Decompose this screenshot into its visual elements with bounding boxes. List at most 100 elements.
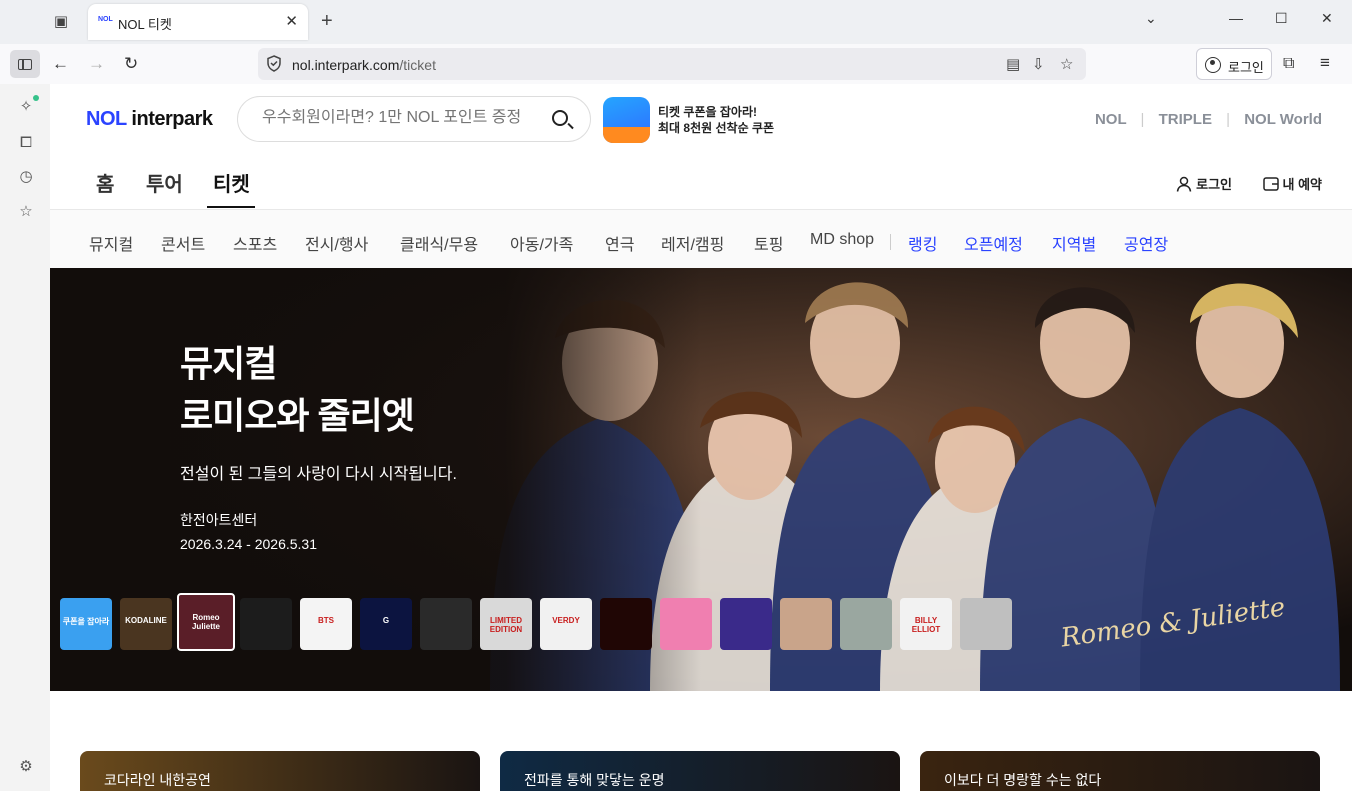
- category-leisure-camping[interactable]: 레저/캠핑: [661, 231, 724, 255]
- hero-thumbnail[interactable]: [420, 598, 472, 650]
- ai-sparkle-icon[interactable]: ✧: [17, 98, 35, 116]
- category-musical[interactable]: 뮤지컬: [89, 231, 133, 255]
- hero-thumbnail[interactable]: G: [360, 598, 412, 650]
- hero-text: 뮤지컬 로미오와 줄리엣 전설이 된 그들의 사랑이 다시 시작됩니다. 한전아…: [180, 338, 457, 552]
- maximize-icon[interactable]: ☐: [1275, 10, 1288, 27]
- synced-tabs-icon[interactable]: ⧠: [17, 134, 35, 152]
- new-tab-icon[interactable]: +: [321, 10, 333, 33]
- address-bar[interactable]: nol.interpark.com/ticket ▤ ⇩ ☆: [258, 48, 1086, 80]
- hero-thumbnail[interactable]: LIMITED EDITION: [480, 598, 532, 650]
- search-box[interactable]: [237, 96, 591, 142]
- extensions-icon[interactable]: ⧉: [1283, 55, 1294, 73]
- hero-dates: 2026.3.24 - 2026.5.31: [180, 536, 318, 552]
- featured-card[interactable]: 이보다 더 명랑할 수는 없다: [920, 751, 1320, 791]
- shield-icon[interactable]: [266, 55, 282, 72]
- menu-icon[interactable]: ≡: [1320, 53, 1330, 73]
- tab-bar: ▣ NOL NOL 티켓 ✕ + ⌄ — ☐ ✕: [0, 0, 1352, 44]
- search-input[interactable]: [262, 109, 532, 127]
- login-link[interactable]: 로그인: [1176, 174, 1232, 193]
- category-topping[interactable]: 토핑: [754, 231, 783, 255]
- browser-toolbar: ← → ↻ nol.interpark.com/ticket ▤ ⇩ ☆ 로그인…: [0, 44, 1352, 84]
- category-opening-soon[interactable]: 오픈예정: [964, 231, 1023, 255]
- hero-thumbnail[interactable]: [240, 598, 292, 650]
- category-concert[interactable]: 콘서트: [161, 231, 205, 255]
- category-md-shop[interactable]: MD shop: [810, 231, 874, 249]
- category-classic-dance[interactable]: 클래식/무용: [400, 231, 478, 255]
- hero-thumbnail[interactable]: KODALINE: [120, 598, 172, 650]
- tab-list-icon[interactable]: ▣: [50, 11, 72, 33]
- nav-tour[interactable]: 투어: [146, 168, 183, 197]
- hero-thumbnail[interactable]: Romeo Juliette: [177, 593, 235, 651]
- category-kids-family[interactable]: 아동/가족: [510, 231, 573, 255]
- tab-overflow-chevron-icon[interactable]: ⌄: [1145, 10, 1157, 27]
- hero-thumbnail[interactable]: [840, 598, 892, 650]
- hero-thumbnail[interactable]: [780, 598, 832, 650]
- hero-thumbnail-label: KODALINE: [125, 616, 167, 625]
- hero-venue: 한전아트센터: [180, 512, 258, 528]
- hero-thumbnail-label: Romeo Juliette: [191, 613, 220, 631]
- reader-view-icon[interactable]: ▤: [1006, 55, 1020, 73]
- category-ranking[interactable]: 랭킹: [908, 231, 937, 255]
- sidebar-toggle-icon[interactable]: [10, 50, 40, 78]
- browser-tab[interactable]: NOL NOL 티켓 ✕: [88, 4, 308, 40]
- close-window-icon[interactable]: ✕: [1321, 10, 1333, 27]
- ticket-icon: [1263, 177, 1279, 191]
- tab-close-icon[interactable]: ✕: [285, 12, 298, 30]
- login-label: 로그인: [1196, 177, 1232, 192]
- browser-login-label: 로그인: [1228, 60, 1264, 75]
- search-icon[interactable]: [552, 110, 568, 126]
- tab-title: NOL 티켓: [118, 17, 172, 32]
- brand-separator: |: [1226, 111, 1231, 128]
- hero-subtitle: 전설이 된 그들의 사랑이 다시 시작됩니다.: [180, 466, 457, 483]
- url-text: nol.interpark.com/ticket: [292, 57, 436, 73]
- category-bar: 뮤지컬 콘서트 스포츠 전시/행사 클래식/무용 아동/가족 연극 레저/캠핑 …: [50, 209, 1352, 269]
- hero-thumbnail[interactable]: [600, 598, 652, 650]
- hero-thumbnail-label: BTS: [318, 616, 334, 625]
- bookmark-star-icon[interactable]: ☆: [1060, 55, 1073, 73]
- category-exhibition[interactable]: 전시/행사: [305, 231, 368, 255]
- hero-thumbnail[interactable]: BILLY ELLIOT: [900, 598, 952, 650]
- hero-thumbnail[interactable]: VERDY: [540, 598, 592, 650]
- nol-interpark-logo[interactable]: NOL interpark: [86, 108, 213, 131]
- hero-banner[interactable]: 뮤지컬 로미오와 줄리엣 전설이 된 그들의 사랑이 다시 시작됩니다. 한전아…: [50, 268, 1352, 691]
- active-nav-underline: [207, 206, 255, 208]
- category-play[interactable]: 연극: [605, 231, 634, 255]
- minimize-icon[interactable]: —: [1229, 10, 1243, 26]
- brand-nolworld-link[interactable]: NOL World: [1244, 111, 1322, 128]
- account-icon: [1205, 57, 1221, 73]
- hero-title-line-1: 뮤지컬: [180, 343, 277, 384]
- brand-nol-link[interactable]: NOL: [1095, 111, 1126, 128]
- forward-icon[interactable]: →: [88, 54, 105, 74]
- brand-triple-link[interactable]: TRIPLE: [1159, 111, 1212, 128]
- browser-sidebar: ✧ ⧠ ◷ ☆ ⚙: [0, 84, 50, 791]
- category-separator: [890, 234, 891, 250]
- history-icon[interactable]: ◷: [17, 168, 35, 186]
- category-sports[interactable]: 스포츠: [233, 231, 277, 255]
- category-venues[interactable]: 공연장: [1124, 231, 1168, 255]
- category-by-region[interactable]: 지역별: [1052, 231, 1096, 255]
- featured-card[interactable]: 전파를 통해 맞닿는 운명: [500, 751, 900, 791]
- hero-thumbnail[interactable]: 쿠폰을 잡아라: [60, 598, 112, 650]
- notification-dot: [33, 95, 39, 101]
- reload-icon[interactable]: ↻: [124, 54, 138, 74]
- hero-thumbnail-label: G: [382, 616, 390, 625]
- nav-ticket[interactable]: 티켓: [213, 168, 250, 197]
- hero-thumbnail[interactable]: [960, 598, 1012, 650]
- featured-card[interactable]: 코다라인 내한공연: [80, 751, 480, 791]
- my-reservation-link[interactable]: 내 예약: [1263, 174, 1322, 193]
- hero-title-line-2: 로미오와 줄리엣: [180, 395, 415, 436]
- person-icon: [1177, 176, 1192, 192]
- nav-home[interactable]: 홈: [96, 168, 114, 197]
- hero-thumbnail[interactable]: BTS: [300, 598, 352, 650]
- coupon-promo-text[interactable]: 티켓 쿠폰을 잡아라! 최대 8천원 선착순 쿠폰: [658, 104, 774, 136]
- reservation-label: 내 예약: [1282, 177, 1323, 192]
- back-icon[interactable]: ←: [52, 54, 69, 74]
- hero-thumbnail[interactable]: [720, 598, 772, 650]
- hero-thumbnail-label: LIMITED EDITION: [489, 616, 523, 634]
- hero-thumbnail[interactable]: [660, 598, 712, 650]
- settings-gear-icon[interactable]: ⚙: [17, 758, 35, 776]
- browser-login-button[interactable]: 로그인: [1196, 48, 1272, 80]
- download-icon[interactable]: ⇩: [1032, 55, 1045, 73]
- coupon-promo-image[interactable]: [603, 97, 650, 143]
- bookmarks-icon[interactable]: ☆: [17, 203, 35, 221]
